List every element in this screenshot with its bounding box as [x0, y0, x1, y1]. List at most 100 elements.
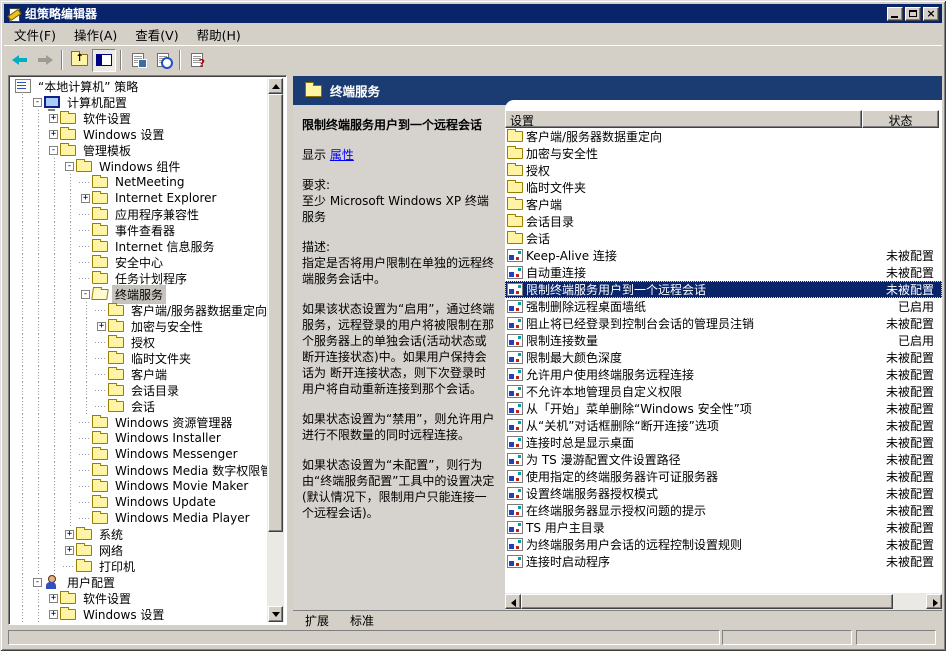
- tree-item[interactable]: -计算机配置: [11, 94, 267, 110]
- column-header-setting[interactable]: 设置: [505, 110, 862, 128]
- settings-list-row[interactable]: 连接时总是显示桌面未被配置: [505, 434, 942, 451]
- settings-list-row[interactable]: 阻止将已经登录到控制台会话的管理员注销未被配置: [505, 315, 942, 332]
- settings-list-row[interactable]: 限制最大颜色深度未被配置: [505, 349, 942, 366]
- settings-list-row[interactable]: TS 用户主目录未被配置: [505, 519, 942, 536]
- tree-item[interactable]: NetMeeting: [11, 174, 267, 190]
- settings-list-row[interactable]: 客户端/服务器数据重定向: [505, 128, 942, 145]
- tree-item[interactable]: +Windows 设置: [11, 606, 267, 622]
- tab-standard[interactable]: 标准: [336, 611, 388, 627]
- scroll-down-button[interactable]: [268, 606, 283, 622]
- properties-button[interactable]: [126, 49, 150, 72]
- tree-item[interactable]: +网络: [11, 542, 267, 558]
- column-header-status[interactable]: 状态: [862, 110, 939, 128]
- settings-list-row[interactable]: 强制删除远程桌面墙纸已启用: [505, 298, 942, 315]
- scroll-up-button[interactable]: [268, 78, 283, 94]
- settings-list-row[interactable]: 连接时启动程序未被配置: [505, 553, 942, 570]
- settings-list-row[interactable]: 授权: [505, 162, 942, 179]
- expand-plus-icon[interactable]: +: [49, 610, 58, 619]
- export-list-button[interactable]: [151, 49, 175, 72]
- tree-guide-line: [63, 286, 79, 302]
- setting-name: 为终端服务用户会话的远程控制设置规则: [526, 536, 865, 553]
- menu-item-file[interactable]: 文件(F): [5, 23, 65, 47]
- user-icon: [44, 575, 60, 589]
- tree-item[interactable]: Windows Movie Maker: [11, 478, 267, 494]
- tree-item[interactable]: Windows Media Player: [11, 510, 267, 526]
- settings-list-row[interactable]: 限制连接数量已启用: [505, 332, 942, 349]
- tree-guide-line: [47, 462, 63, 478]
- forward-button[interactable]: [33, 49, 57, 72]
- tree-item[interactable]: “本地计算机” 策略: [11, 78, 267, 94]
- settings-list-row[interactable]: 限制终端服务用户到一个远程会话未被配置: [505, 281, 942, 298]
- settings-list-row[interactable]: 为终端服务用户会话的远程控制设置规则未被配置: [505, 536, 942, 553]
- tree-guide-line: [31, 206, 47, 222]
- settings-list-row[interactable]: 从「开始」菜单删除“Windows 安全性”项未被配置: [505, 400, 942, 417]
- expand-plus-icon[interactable]: +: [81, 194, 90, 203]
- scroll-left-button[interactable]: [505, 594, 521, 609]
- folder-icon: [92, 209, 108, 220]
- settings-list-row[interactable]: 使用指定的终端服务器许可证服务器未被配置: [505, 468, 942, 485]
- tree-guide-line: [79, 366, 95, 382]
- maximize-button[interactable]: [905, 7, 921, 21]
- settings-list-row[interactable]: 自动重连接未被配置: [505, 264, 942, 281]
- status-segment: [856, 630, 936, 645]
- tree-item[interactable]: 打印机: [11, 558, 267, 574]
- tree-guide-line: [47, 222, 63, 238]
- setting-name: Keep-Alive 连接: [526, 247, 865, 264]
- setting-name: 临时文件夹: [526, 179, 865, 196]
- expand-plus-icon[interactable]: +: [65, 530, 74, 539]
- tab-extended[interactable]: 扩展: [291, 611, 343, 627]
- settings-list-row[interactable]: 会话目录: [505, 213, 942, 230]
- scroll-right-button[interactable]: [926, 594, 942, 609]
- settings-list-row[interactable]: 为 TS 漫游配置文件设置路径未被配置: [505, 451, 942, 468]
- close-button[interactable]: ×: [923, 7, 939, 21]
- settings-list-row[interactable]: 会话: [505, 230, 942, 247]
- tree-item[interactable]: Windows Update: [11, 494, 267, 510]
- collapse-minus-icon[interactable]: -: [33, 98, 42, 107]
- minimize-button[interactable]: [887, 7, 903, 21]
- folder-icon: [92, 465, 108, 476]
- tree-item[interactable]: +系统: [11, 526, 267, 542]
- settings-list-row[interactable]: 在终端服务器显示授权问题的提示未被配置: [505, 502, 942, 519]
- collapse-minus-icon[interactable]: -: [33, 578, 42, 587]
- collapse-minus-icon[interactable]: -: [49, 146, 58, 155]
- tree-guide-line: [63, 270, 79, 286]
- up-one-level-button[interactable]: [67, 49, 91, 72]
- menu-item-help[interactable]: 帮助(H): [188, 23, 250, 47]
- tree-item[interactable]: Windows Installer: [11, 430, 267, 446]
- settings-list-row[interactable]: 不允许本地管理员自定义权限未被配置: [505, 383, 942, 400]
- expand-plus-icon[interactable]: +: [97, 322, 106, 331]
- settings-list-row[interactable]: Keep-Alive 连接未被配置: [505, 247, 942, 264]
- tree-item[interactable]: Windows 资源管理器: [11, 414, 267, 430]
- tree-item[interactable]: Windows Media 数字权限管理: [11, 462, 267, 478]
- properties-link[interactable]: 属性: [330, 148, 354, 162]
- expand-plus-icon[interactable]: +: [49, 114, 58, 123]
- tree-guide-line: [47, 238, 63, 254]
- settings-list-row[interactable]: 从“关机”对话框删除“断开连接”选项未被配置: [505, 417, 942, 434]
- scrollbar-thumb[interactable]: [268, 94, 283, 532]
- menu-item-action[interactable]: 操作(A): [65, 23, 126, 47]
- settings-list-row[interactable]: 加密与安全性: [505, 145, 942, 162]
- help-button[interactable]: [185, 49, 209, 72]
- folder-icon: [60, 145, 76, 156]
- tree-item[interactable]: -Windows 组件: [11, 158, 267, 174]
- tree-connector-line: [95, 398, 108, 414]
- settings-list-row[interactable]: 设置终端服务器授权模式未被配置: [505, 485, 942, 502]
- expand-plus-icon[interactable]: +: [49, 130, 58, 139]
- expand-plus-icon[interactable]: +: [49, 594, 58, 603]
- collapse-minus-icon[interactable]: -: [65, 162, 74, 171]
- list-horizontal-scrollbar[interactable]: [505, 593, 942, 610]
- collapse-minus-icon[interactable]: -: [81, 290, 90, 299]
- description-text: 指定是否将用户限制在单独的远程终端服务会话中。如果该状态设置为“启用”，通过终端…: [302, 255, 496, 521]
- tree-item[interactable]: -用户配置: [11, 574, 267, 590]
- tree-guide-line: [15, 94, 31, 110]
- tree-vertical-scrollbar[interactable]: [267, 78, 284, 622]
- menu-item-view[interactable]: 查看(V): [126, 23, 187, 47]
- tree-item[interactable]: +Windows 设置: [11, 126, 267, 142]
- settings-list-row[interactable]: 允许用户使用终端服务远程连接未被配置: [505, 366, 942, 383]
- settings-list-row[interactable]: 客户端: [505, 196, 942, 213]
- back-button[interactable]: [8, 49, 32, 72]
- scrollbar-thumb[interactable]: [521, 594, 893, 609]
- show-hide-console-tree-button[interactable]: [92, 49, 116, 72]
- expand-plus-icon[interactable]: +: [65, 546, 74, 555]
- settings-list-row[interactable]: 临时文件夹: [505, 179, 942, 196]
